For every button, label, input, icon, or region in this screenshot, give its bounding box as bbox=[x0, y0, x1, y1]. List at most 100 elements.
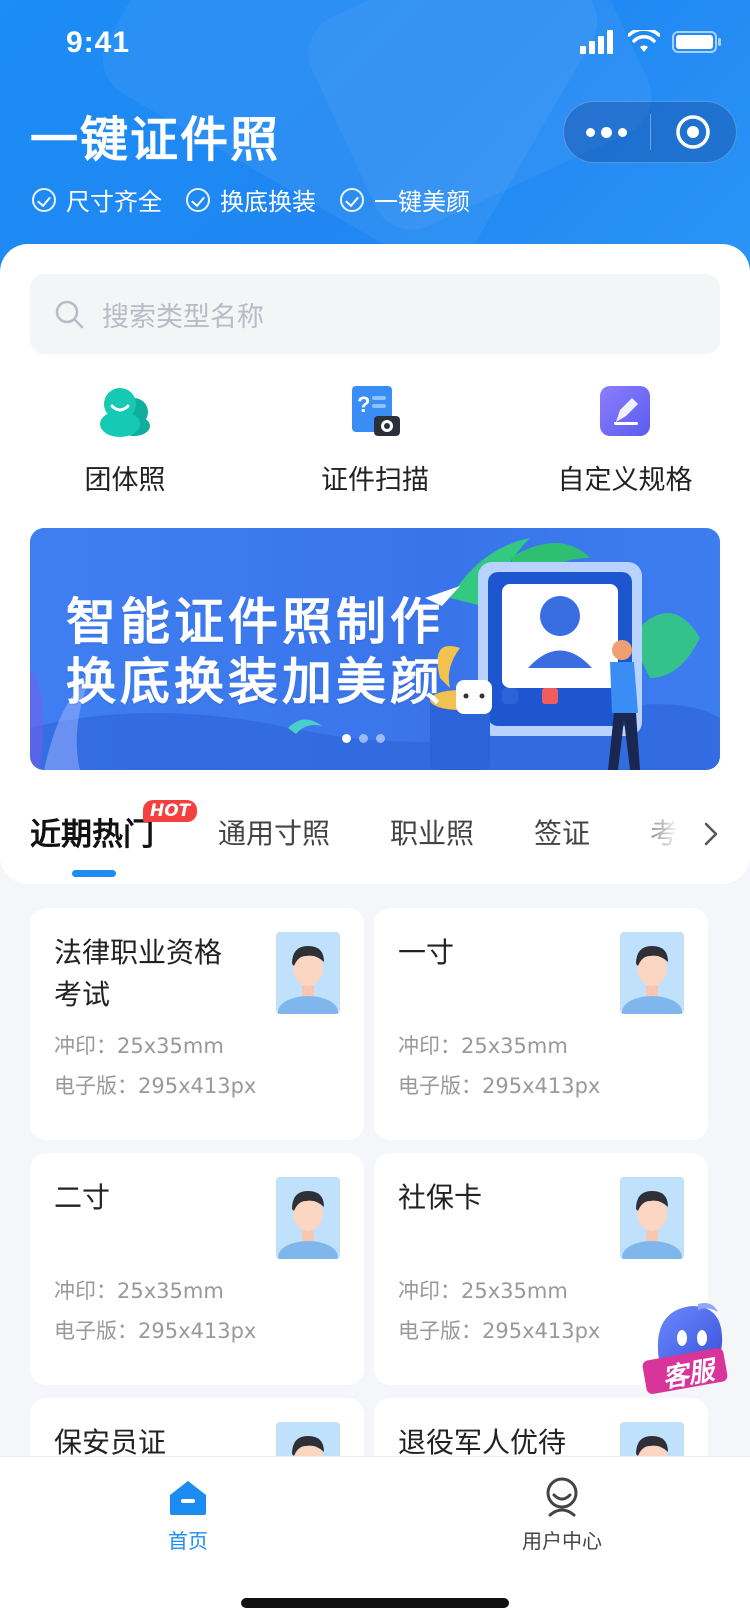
spec-print-size: 冲印：25x35mm bbox=[54, 1275, 224, 1305]
status-time: 9:41 bbox=[66, 26, 131, 59]
nav-item-home[interactable]: 首页 bbox=[108, 1475, 268, 1554]
page-title: 一键证件照 bbox=[30, 112, 281, 168]
pagination-dot bbox=[376, 734, 385, 743]
feature-label: 尺寸齐全 bbox=[66, 188, 162, 216]
tab-standard-size[interactable]: 通用寸照 bbox=[218, 812, 330, 852]
spec-label: 冲印： bbox=[54, 1034, 117, 1058]
search-placeholder: 搜索类型名称 bbox=[102, 301, 264, 333]
sample-photo bbox=[276, 932, 340, 1014]
document-scan-icon: ? bbox=[352, 386, 400, 436]
wifi-icon bbox=[628, 30, 660, 52]
search-icon bbox=[55, 300, 84, 329]
sample-photo bbox=[276, 1177, 340, 1259]
spec-value: 25x35mm bbox=[117, 1279, 224, 1303]
check-circle-icon bbox=[340, 187, 364, 212]
home-indicator bbox=[241, 1598, 509, 1608]
main-panel: 搜索类型名称 团体照 ? 证件扫描 自定义规格 智能证件照制作 换底换装加美颜 … bbox=[0, 244, 750, 884]
portrait-icon bbox=[622, 1191, 682, 1259]
feature-item: 换底换装 bbox=[186, 182, 316, 217]
dot-icon bbox=[601, 126, 613, 138]
pagination-dot-active bbox=[342, 734, 351, 743]
status-bar: 9:41 bbox=[0, 0, 750, 88]
spec-digital-size: 电子版：295x413px bbox=[54, 1070, 256, 1100]
quick-action-label: 自定义规格 bbox=[557, 465, 693, 496]
sample-photo bbox=[620, 932, 684, 1014]
spec-value: 25x35mm bbox=[461, 1279, 568, 1303]
feature-label: 换底换装 bbox=[220, 188, 316, 216]
feature-label: 一键美颜 bbox=[374, 188, 470, 216]
spec-label: 电子版： bbox=[398, 1074, 482, 1098]
tab-scroll-button[interactable] bbox=[696, 814, 726, 854]
spec-digital-size: 电子版：295x413px bbox=[398, 1315, 600, 1345]
chevron-right-icon bbox=[704, 822, 718, 846]
pagination-dot bbox=[359, 734, 368, 743]
tab-professional[interactable]: 职业照 bbox=[390, 812, 474, 852]
spec-value: 295x413px bbox=[138, 1319, 257, 1343]
signal-icon bbox=[580, 30, 613, 54]
feature-item: 尺寸齐全 bbox=[32, 182, 162, 217]
spec-label: 电子版： bbox=[54, 1319, 138, 1343]
battery-icon bbox=[672, 31, 721, 53]
sample-photo bbox=[620, 1177, 684, 1259]
hot-badge: HOT bbox=[143, 800, 198, 822]
spec-card-title: 一寸 bbox=[398, 936, 455, 969]
spec-label: 冲印： bbox=[398, 1279, 461, 1303]
spec-value: 295x413px bbox=[482, 1074, 601, 1098]
quick-action-label: 证件扫描 bbox=[321, 465, 429, 496]
spec-print-size: 冲印：25x35mm bbox=[54, 1030, 224, 1060]
close-mini-program-button[interactable] bbox=[651, 102, 737, 162]
more-menu-button[interactable] bbox=[564, 102, 650, 162]
home-icon bbox=[170, 1481, 206, 1515]
check-circle-icon bbox=[32, 187, 56, 212]
quick-action-label: 团体照 bbox=[84, 465, 166, 496]
check-circle-icon bbox=[186, 187, 210, 212]
feature-item: 一键美颜 bbox=[340, 182, 470, 217]
dot-icon bbox=[618, 127, 628, 137]
nav-item-user-center[interactable]: 用户中心 bbox=[482, 1475, 642, 1554]
spec-card-title: 二寸 bbox=[54, 1181, 111, 1214]
spec-print-size: 冲印：25x35mm bbox=[398, 1030, 568, 1060]
quick-action-custom-spec[interactable]: 自定义规格 bbox=[505, 382, 745, 497]
active-tab-indicator bbox=[72, 870, 116, 877]
nav-label: 首页 bbox=[168, 1529, 208, 1553]
spec-digital-size: 电子版：295x413px bbox=[54, 1315, 256, 1345]
tab-visa[interactable]: 签证 bbox=[534, 812, 590, 852]
spec-label: 冲印： bbox=[398, 1034, 461, 1058]
group-photo-icon bbox=[100, 388, 150, 437]
feature-list: 尺寸齐全 换底换装 一键美颜 bbox=[32, 182, 470, 217]
spec-digital-size: 电子版：295x413px bbox=[398, 1070, 600, 1100]
status-icons bbox=[580, 30, 722, 54]
mini-program-capsule bbox=[563, 101, 737, 163]
spec-card-title: 法律职业资格考试 bbox=[54, 936, 223, 1011]
spec-card[interactable]: 法律职业资格考试 冲印：25x35mm 电子版：295x413px bbox=[30, 908, 364, 1140]
spec-label: 电子版： bbox=[398, 1319, 482, 1343]
banner-pagination bbox=[342, 734, 385, 743]
tab-recent-hot[interactable]: 近期热门 bbox=[30, 809, 154, 854]
customer-service-button[interactable]: 客服 bbox=[638, 1296, 738, 1396]
spec-value: 25x35mm bbox=[461, 1034, 568, 1058]
target-icon bbox=[676, 115, 710, 149]
spec-label: 电子版： bbox=[54, 1074, 138, 1098]
spec-value: 295x413px bbox=[482, 1319, 601, 1343]
svg-text:?: ? bbox=[357, 392, 370, 417]
search-input[interactable]: 搜索类型名称 bbox=[30, 274, 720, 354]
nav-label: 用户中心 bbox=[522, 1529, 602, 1553]
spec-card-title: 社保卡 bbox=[398, 1181, 483, 1214]
spec-value: 295x413px bbox=[138, 1074, 257, 1098]
spec-card[interactable]: 一寸 冲印：25x35mm 电子版：295x413px bbox=[374, 908, 708, 1140]
spec-card[interactable]: 二寸 冲印：25x35mm 电子版：295x413px bbox=[30, 1153, 364, 1385]
spec-value: 25x35mm bbox=[117, 1034, 224, 1058]
dot-icon bbox=[586, 127, 596, 137]
user-center-icon bbox=[546, 1477, 578, 1517]
spec-print-size: 冲印：25x35mm bbox=[398, 1275, 568, 1305]
spec-label: 冲印： bbox=[54, 1279, 117, 1303]
quick-action-group-photo[interactable]: 团体照 bbox=[5, 382, 245, 497]
portrait-icon bbox=[622, 946, 682, 1014]
quick-action-document-scan[interactable]: ? 证件扫描 bbox=[255, 382, 495, 497]
promo-banner[interactable]: 智能证件照制作 换底换装加美颜 bbox=[30, 528, 720, 770]
banner-subheadline: 换底换装加美颜 bbox=[66, 653, 444, 711]
portrait-icon bbox=[278, 1191, 338, 1259]
custom-spec-icon bbox=[600, 386, 650, 436]
quick-actions: 团体照 ? 证件扫描 自定义规格 bbox=[0, 382, 750, 496]
portrait-icon bbox=[278, 946, 338, 1014]
